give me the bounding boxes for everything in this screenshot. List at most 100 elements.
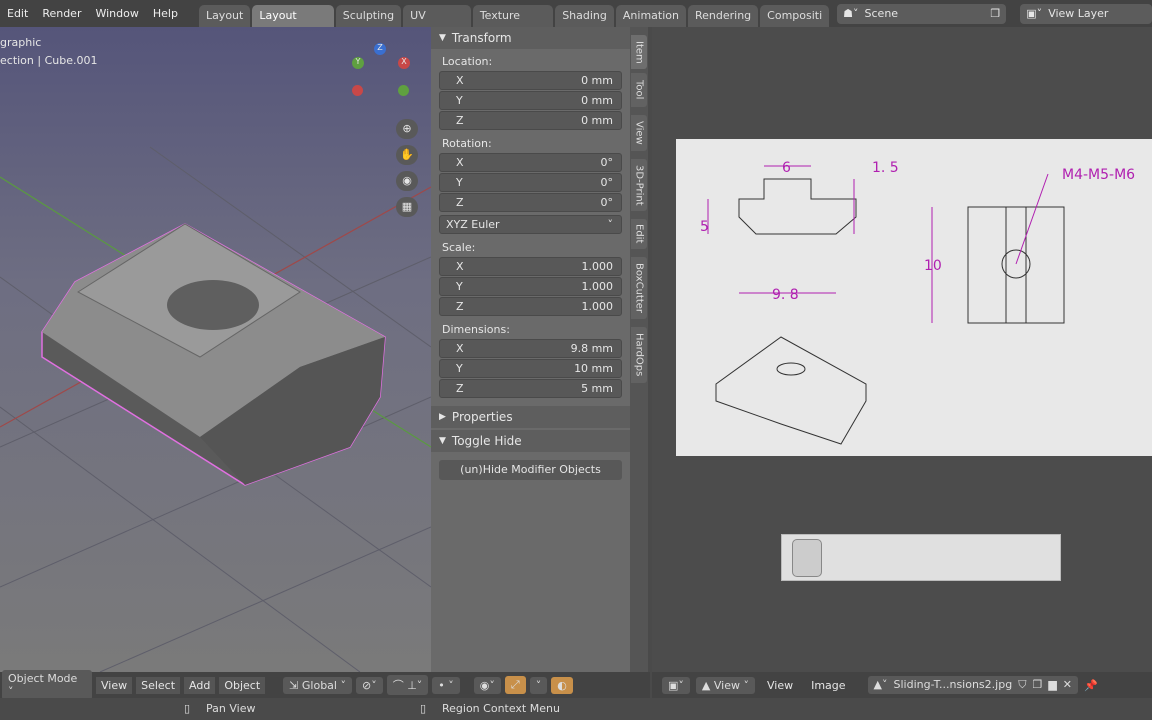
zoom-icon[interactable]: ⊕ xyxy=(396,119,418,139)
location-label: Location: xyxy=(442,55,493,68)
rotation-z-field[interactable]: Z0°🔓 xyxy=(439,193,643,212)
tab-3d-print[interactable]: 3D-Print xyxy=(631,159,647,211)
gizmo-toggle-icon[interactable]: ⤢ xyxy=(504,676,526,694)
cube-object xyxy=(41,223,386,486)
tab-edit[interactable]: Edit xyxy=(631,219,647,249)
menu-view[interactable]: View xyxy=(761,679,799,692)
collection-label: ection | Cube.001 xyxy=(0,54,98,67)
menu-help[interactable]: Help xyxy=(146,7,185,20)
scene-selector[interactable]: ☗˅ Scene ❐ xyxy=(837,3,1007,24)
pan-hand-icon[interactable]: ✋ xyxy=(396,145,418,165)
image-editor[interactable]: 6 1. 5 M4-M5-M6 5 9. 8 10 xyxy=(652,27,1152,672)
new-image-icon: ❐ xyxy=(1032,678,1043,691)
tab-texture-paint[interactable]: Texture Paint xyxy=(472,5,554,44)
rotation-label: Rotation: xyxy=(442,137,492,150)
tab-hardops[interactable]: HardOps xyxy=(631,327,647,383)
menu-view[interactable]: View xyxy=(96,676,133,694)
navigation-gizmo[interactable]: Z Y X xyxy=(348,43,416,113)
grid-ortho-icon[interactable]: ▦ xyxy=(396,197,418,217)
menu-edit[interactable]: Edit xyxy=(0,7,35,20)
orientation-select[interactable]: ⇲ Global ˅ xyxy=(283,676,352,694)
rotation-x-field[interactable]: X0°🔓 xyxy=(439,153,643,172)
scene-icon: ☗˅ xyxy=(843,7,859,20)
tab-view[interactable]: View xyxy=(631,115,647,151)
collapse-arrow-icon: ▼ xyxy=(439,436,446,446)
overlay-icon[interactable]: ◐ xyxy=(551,676,573,694)
tab-animation[interactable]: Animation xyxy=(615,5,686,27)
snap-icon[interactable]: ⌒ ⊥˅ xyxy=(386,675,429,695)
dimension-y-field[interactable]: Y 10 mm xyxy=(439,359,622,378)
view-name: graphic xyxy=(0,36,42,49)
mouse-right-icon: ▯ xyxy=(420,702,427,715)
mouse-left-icon: ▯ xyxy=(184,702,191,715)
tab-tool[interactable]: Tool xyxy=(631,73,647,107)
view-layer-name: View Layer xyxy=(1048,7,1109,20)
tab-sculpting[interactable]: Sculpting xyxy=(335,5,402,27)
menu-add[interactable]: Add xyxy=(184,676,216,694)
tab-shading[interactable]: Shading xyxy=(555,5,614,27)
tab-uv-editing[interactable]: UV Editing xyxy=(403,5,471,44)
menu-object[interactable]: Object xyxy=(219,676,266,694)
tab-boxcutter[interactable]: BoxCutter xyxy=(631,257,647,319)
top-bar: Edit Render Window Help Layout Layout Or… xyxy=(0,0,1152,44)
toggle-hide-header[interactable]: ▼ Toggle Hide xyxy=(431,430,630,452)
rotation-y-field[interactable]: Y0°🔓 xyxy=(439,173,643,192)
view-layer-icon: ▣˅ xyxy=(1026,7,1043,20)
mode-select[interactable]: Object Mode ˅ xyxy=(2,670,92,700)
image-overlay-toolbar xyxy=(781,534,1061,581)
transform-header[interactable]: ▼ Transform xyxy=(431,27,630,49)
gizmo-x[interactable]: X xyxy=(398,57,410,69)
expand-arrow-icon: ▶ xyxy=(439,412,446,422)
menu-render[interactable]: Render xyxy=(35,7,88,20)
dim-top-label: 6 xyxy=(782,160,791,176)
view-mode-select[interactable]: ▲ View ˅ xyxy=(695,676,755,694)
menu-window[interactable]: Window xyxy=(88,7,145,20)
scale-z-field[interactable]: Z1.000🔓 xyxy=(439,297,643,316)
view-layer-selector[interactable]: ▣˅ View Layer xyxy=(1020,3,1152,24)
gizmo-y[interactable]: Y xyxy=(352,57,364,69)
chevron-down-icon: ˅ xyxy=(607,218,614,231)
rotation-mode-select[interactable]: XYZ Euler ˅ xyxy=(439,215,622,234)
gizmo-dropdown-icon[interactable]: ˅ xyxy=(529,676,548,694)
dimension-z-field[interactable]: Z5 mm xyxy=(439,379,622,398)
thread-label: M4-M5-M6 xyxy=(1062,167,1135,183)
pivot-icon[interactable]: ⊘˅ xyxy=(355,676,383,694)
properties-header[interactable]: ▶ Properties xyxy=(431,406,630,428)
pin-icon[interactable]: 📌 xyxy=(1084,679,1098,692)
tab-layout-ortho[interactable]: Layout Ortho xyxy=(252,5,334,44)
reference-image: 6 1. 5 M4-M5-M6 5 9. 8 10 xyxy=(676,139,1152,456)
dim-length-label: 10 xyxy=(924,258,942,274)
camera-icon[interactable]: ◉ xyxy=(396,171,418,191)
scale-y-field[interactable]: Y1.000🔓 xyxy=(439,277,643,296)
collapse-arrow-icon: ▼ xyxy=(439,33,446,43)
3d-viewport[interactable]: graphic ection | Cube.001 Z Y X ⊕ ✋ ◉ ▦ xyxy=(0,27,431,672)
status-region-context-menu: Region Context Menu xyxy=(442,702,560,715)
scene-render xyxy=(0,146,431,672)
dim-height-label: 5 xyxy=(700,219,709,235)
dimensions-label: Dimensions: xyxy=(442,323,510,336)
scale-label: Scale: xyxy=(442,241,476,254)
fake-user-icon: ⛉ xyxy=(1018,678,1027,691)
image-selector[interactable]: ▲˅ Sliding-T...nsions2.jpg ⛉ ❐ ▆ ✕ xyxy=(867,676,1078,694)
tab-compositing[interactable]: Compositi xyxy=(760,5,830,27)
proportional-icon[interactable]: • ˅ xyxy=(432,676,460,694)
editor-type-icon[interactable]: ▣˅ xyxy=(662,676,690,694)
scale-x-field[interactable]: X1.000🔓 xyxy=(439,257,643,276)
tab-item[interactable]: Item xyxy=(631,35,647,69)
dim-width-label: 9. 8 xyxy=(772,287,799,303)
menu-select[interactable]: Select xyxy=(136,676,181,694)
scene-name: Scene xyxy=(864,7,899,20)
tab-layout[interactable]: Layout xyxy=(198,5,251,27)
location-z-field[interactable]: Z0 mm🔓 xyxy=(439,111,643,130)
status-pan-view: Pan View xyxy=(206,702,256,715)
unhide-modifier-objects-button[interactable]: (un)Hide Modifier Objects xyxy=(439,460,622,480)
gizmo-z[interactable]: Z xyxy=(374,43,386,55)
visibility-icon[interactable]: ◉˅ xyxy=(473,676,501,694)
location-y-field[interactable]: Y0 mm🔓 xyxy=(439,91,643,110)
tab-rendering[interactable]: Rendering xyxy=(687,5,759,27)
menu-image[interactable]: Image xyxy=(805,679,851,692)
dimension-x-field[interactable]: X 9.8 mm xyxy=(439,339,622,358)
image-editor-header: ▣˅ ▲ View ˅ View Image ▲˅ Sliding-T...nsi… xyxy=(652,672,1152,698)
location-x-field[interactable]: X0 mm🔓 xyxy=(439,71,643,90)
new-scene-icon[interactable]: ❐ xyxy=(990,7,1000,20)
